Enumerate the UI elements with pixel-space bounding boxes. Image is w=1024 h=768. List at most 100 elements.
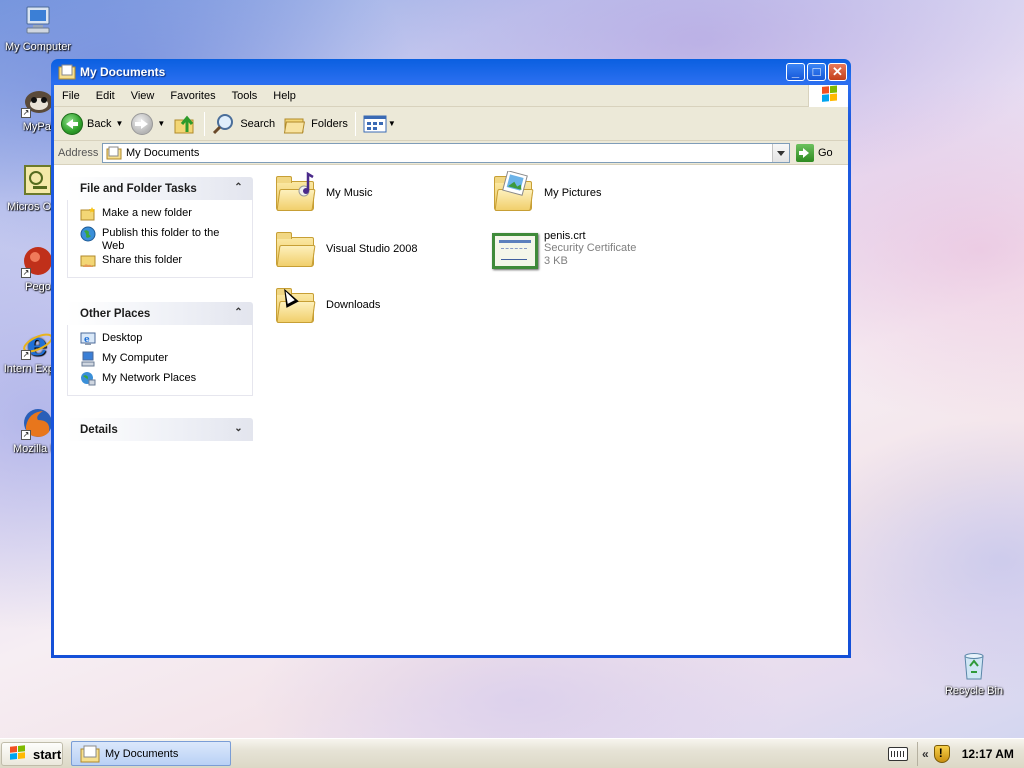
folders-button[interactable]: Folders	[279, 110, 352, 138]
clock[interactable]: 12:17 AM	[962, 747, 1014, 761]
search-icon	[213, 113, 234, 134]
panel-header[interactable]: Details ⌄	[67, 418, 253, 441]
address-dropdown-icon[interactable]	[772, 143, 789, 162]
menu-tools[interactable]: Tools	[224, 90, 266, 102]
shortcut-arrow-icon: ↗	[21, 108, 31, 118]
item-name: My Pictures	[544, 187, 602, 199]
back-dropdown-icon[interactable]: ▼	[115, 119, 123, 128]
item-name: Visual Studio 2008	[326, 243, 418, 255]
my-computer-icon	[21, 4, 55, 38]
search-label: Search	[240, 117, 276, 130]
panel-body: Make a new folder Publish this folder to…	[67, 200, 253, 278]
my-documents-icon	[80, 745, 100, 762]
taskbar-button-label: My Documents	[105, 747, 179, 760]
taskbar-button-my-documents[interactable]: My Documents	[71, 741, 231, 766]
panel-title: File and Folder Tasks	[80, 182, 197, 195]
address-bar: Address My Documents Go	[54, 141, 848, 165]
desktop-icon-recycle-bin[interactable]: Recycle Bin	[936, 648, 1012, 698]
my-documents-icon	[106, 146, 122, 159]
shortcut-arrow-icon: ↗	[21, 430, 31, 440]
other-places-panel: Other Places ⌃ e Desktop My Computer My …	[67, 302, 253, 396]
keyboard-icon[interactable]	[888, 747, 908, 761]
link-label: Publish this folder to the Web	[102, 227, 220, 252]
maximize-icon: □	[812, 64, 821, 79]
up-folder-button[interactable]	[169, 110, 201, 138]
close-button[interactable]: ✕	[828, 63, 847, 81]
mypal-icon: ↗	[21, 84, 55, 118]
desktop-icon: e	[80, 332, 96, 345]
forward-button[interactable]: ▼	[127, 110, 169, 138]
menu-bar: File Edit View Favorites Tools Help	[54, 85, 848, 107]
expand-chevron-icon[interactable]: ⌄	[232, 423, 245, 436]
my-computer-link[interactable]: My Computer	[80, 351, 252, 371]
up-folder-icon	[174, 115, 194, 133]
share-folder-link[interactable]: Share this folder	[80, 253, 252, 273]
network-icon	[81, 372, 96, 386]
collapse-chevron-icon[interactable]: ⌃	[232, 182, 245, 195]
views-button[interactable]: ▼	[359, 110, 400, 138]
new-folder-icon	[80, 207, 95, 221]
window-title: My Documents	[80, 65, 166, 79]
link-label: Share this folder	[102, 254, 183, 266]
pictures-folder-icon	[490, 171, 538, 219]
panel-header[interactable]: File and Folder Tasks ⌃	[67, 177, 253, 200]
back-label: Back	[87, 117, 112, 130]
folder-item-my-music[interactable]: My Music	[272, 171, 372, 219]
item-info: Downloads	[326, 283, 380, 311]
collapse-chevron-icon[interactable]: ⌃	[232, 307, 245, 320]
task-pane: File and Folder Tasks ⌃ Make a new folde…	[54, 166, 266, 655]
forward-dropdown-icon[interactable]: ▼	[157, 119, 165, 128]
show-hidden-icons-chevron[interactable]: «	[922, 747, 929, 761]
security-shield-icon[interactable]	[933, 745, 950, 763]
panel-body: e Desktop My Computer My Network Places	[67, 325, 253, 396]
menu-view[interactable]: View	[123, 90, 163, 102]
panel-title: Other Places	[80, 307, 151, 320]
folder-item-visual-studio-2008[interactable]: Visual Studio 2008	[272, 227, 418, 275]
computer-icon	[81, 351, 95, 367]
minimize-button[interactable]: _	[786, 63, 805, 81]
taskbar: start My Documents « 12:17 AM	[0, 738, 1024, 768]
desktop-link[interactable]: e Desktop	[80, 331, 252, 351]
address-value: My Documents	[126, 146, 200, 159]
start-button[interactable]: start	[1, 742, 63, 766]
publish-to-web-link[interactable]: Publish this folder to the Web	[80, 226, 252, 253]
tray-divider	[917, 742, 918, 766]
menu-favorites[interactable]: Favorites	[162, 90, 223, 102]
back-button[interactable]: Back ▼	[57, 110, 127, 138]
window-client-area: File Edit View Favorites Tools Help Back…	[54, 85, 848, 655]
menu-help[interactable]: Help	[265, 90, 304, 102]
item-info: My Music	[326, 171, 372, 199]
file-folder-tasks-panel: File and Folder Tasks ⌃ Make a new folde…	[67, 177, 253, 278]
link-label: Make a new folder	[102, 207, 192, 219]
windows-logo-icon	[808, 85, 848, 107]
content-area: File and Folder Tasks ⌃ Make a new folde…	[54, 166, 848, 655]
item-type: Security Certificate	[544, 242, 637, 254]
desktop-icon-my-computer[interactable]: My Computer	[0, 4, 76, 54]
close-icon: ✕	[832, 64, 843, 79]
my-network-places-link[interactable]: My Network Places	[80, 371, 252, 391]
system-tray: « 12:17 AM	[884, 740, 1024, 768]
folder-item-my-pictures[interactable]: My Pictures	[490, 171, 601, 219]
certificate-icon	[490, 227, 538, 275]
maximize-button[interactable]: □	[807, 63, 826, 81]
title-bar[interactable]: My Documents _ □ ✕	[54, 59, 848, 85]
standard-toolbar: Back ▼ ▼ Search Folders ▼	[54, 107, 848, 141]
menu-edit[interactable]: Edit	[88, 90, 123, 102]
toolbar-separator	[204, 111, 206, 136]
start-label: start	[33, 746, 62, 762]
link-label: My Computer	[102, 352, 169, 364]
go-button[interactable]: Go	[796, 143, 833, 162]
views-dropdown-icon: ▼	[387, 119, 396, 128]
panel-header[interactable]: Other Places ⌃	[67, 302, 253, 325]
search-button[interactable]: Search	[208, 110, 279, 138]
my-documents-icon	[58, 64, 76, 80]
file-list: My Music My Pictures Visual Studio 2008 …	[266, 166, 848, 655]
globe-icon	[80, 226, 96, 242]
outlook-icon	[21, 164, 55, 198]
shortcut-arrow-icon: ↗	[21, 350, 31, 360]
address-input[interactable]: My Documents	[102, 142, 790, 163]
file-item-certificate[interactable]: penis.crt Security Certificate 3 KB	[490, 227, 636, 275]
forward-arrow-icon	[131, 112, 154, 135]
make-new-folder-link[interactable]: Make a new folder	[80, 206, 252, 226]
menu-file[interactable]: File	[54, 90, 88, 102]
